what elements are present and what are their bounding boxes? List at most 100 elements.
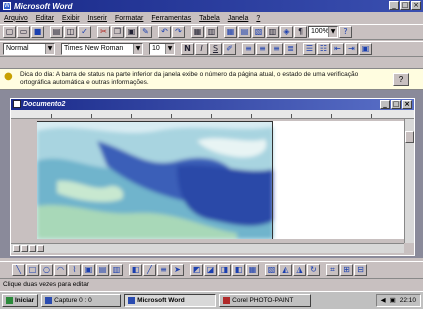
ungroup-icon[interactable]: ▧ — [265, 263, 278, 276]
help-pointer-icon[interactable]: ? — [339, 26, 352, 38]
italic-button[interactable]: I — [195, 43, 208, 55]
speaker-icon[interactable]: ◀ — [381, 295, 386, 306]
taskbar-item-capture[interactable]: Capture 0 : 0 — [41, 294, 122, 307]
ellipse-tool-icon[interactable]: ○ — [40, 263, 53, 276]
autoformat-icon[interactable]: ▦ — [191, 26, 204, 38]
menu-ferramentas[interactable]: Ferramentas — [151, 15, 191, 22]
clock[interactable]: 22:10 — [400, 295, 416, 306]
flip-vertical-icon[interactable]: ◮ — [293, 263, 306, 276]
bullet-list-icon[interactable]: ☷ — [317, 43, 330, 55]
save-disk-icon[interactable]: ■ — [31, 26, 44, 38]
vertical-scrollbar[interactable] — [404, 119, 414, 243]
chevron-down-icon[interactable]: ▼ — [165, 44, 174, 54]
chevron-down-icon[interactable]: ▼ — [133, 44, 142, 54]
horizontal-scrollbar[interactable] — [11, 243, 404, 253]
horizontal-ruler[interactable] — [11, 110, 414, 119]
select-objects-icon[interactable]: ➤ — [171, 263, 184, 276]
menu-formatar[interactable]: Formatar — [115, 15, 143, 22]
chevron-down-icon[interactable]: ▼ — [45, 44, 54, 54]
menu-tabela[interactable]: Tabela — [199, 15, 220, 22]
menu-janela[interactable]: Janela — [228, 15, 249, 22]
bring-front-text-icon[interactable]: ◨ — [218, 263, 231, 276]
textbox-tool-icon[interactable]: ▣ — [82, 263, 95, 276]
taskbar-item-corel[interactable]: Corel PHOTO-PAINT — [219, 294, 312, 307]
new-document-icon[interactable]: ▢ — [3, 26, 16, 38]
bold-button[interactable]: N — [181, 43, 194, 55]
vertical-scroll-thumb[interactable] — [405, 131, 414, 143]
send-back-icon[interactable]: ◪ — [204, 263, 217, 276]
start-button[interactable]: Iniciar — [2, 294, 39, 307]
decrease-indent-icon[interactable]: ⇤ — [331, 43, 344, 55]
insert-excel-icon[interactable]: ▧ — [252, 26, 265, 38]
print-preview-icon[interactable]: ◫ — [64, 26, 77, 38]
doc-close-button[interactable]: × — [402, 100, 412, 109]
columns-icon[interactable]: ▥ — [266, 26, 279, 38]
taskbar-item-word[interactable]: Microsoft Word — [124, 294, 217, 307]
numbered-list-icon[interactable]: ☰ — [303, 43, 316, 55]
reshape-icon[interactable]: ⌗ — [326, 263, 339, 276]
menu-exibir[interactable]: Exibir — [62, 15, 80, 22]
freeform-tool-icon[interactable]: ⌇ — [68, 263, 81, 276]
arc-tool-icon[interactable]: ◠ — [54, 263, 67, 276]
line-style-icon[interactable]: ≡ — [157, 263, 170, 276]
borders-icon[interactable]: ▣ — [359, 43, 372, 55]
align-center-icon[interactable]: ≡ — [256, 43, 269, 55]
normal-view-icon[interactable] — [13, 245, 20, 252]
callout-tool-icon[interactable]: ▤ — [96, 263, 109, 276]
document-icon[interactable] — [13, 100, 21, 108]
format-painter-icon[interactable]: ✎ — [139, 26, 152, 38]
print-icon[interactable]: ▤ — [50, 26, 63, 38]
redo-icon[interactable]: ↷ — [172, 26, 185, 38]
flip-horizontal-icon[interactable]: ◭ — [279, 263, 292, 276]
highlight-icon[interactable]: ✐ — [223, 43, 236, 55]
format-callout-icon[interactable]: ▥ — [110, 263, 123, 276]
font-select[interactable]: Times New Roman ▼ — [61, 43, 143, 55]
align-right-icon[interactable]: ≡ — [270, 43, 283, 55]
document-page[interactable] — [37, 121, 407, 239]
cut-scissors-icon[interactable]: ✂ — [97, 26, 110, 38]
open-folder-icon[interactable]: ▭ — [17, 26, 30, 38]
menu-editar[interactable]: Editar — [36, 15, 54, 22]
font-size-select[interactable]: 10 ▼ — [149, 43, 175, 55]
maximize-button[interactable]: □ — [400, 1, 410, 10]
doc-minimize-button[interactable]: _ — [380, 100, 390, 109]
rotate-icon[interactable]: ↻ — [307, 263, 320, 276]
embedded-photo-paint-image[interactable] — [37, 121, 407, 239]
line-color-icon[interactable]: ╱ — [143, 263, 156, 276]
menu-help[interactable]: ? — [256, 15, 260, 22]
online-layout-icon[interactable] — [21, 245, 28, 252]
style-select[interactable]: Normal ▼ — [3, 43, 55, 55]
chevron-down-icon[interactable]: ▼ — [328, 27, 337, 37]
copy-icon[interactable]: ❐ — [111, 26, 124, 38]
minimize-button[interactable]: _ — [389, 1, 399, 10]
outline-view-icon[interactable] — [37, 245, 44, 252]
network-icon[interactable]: ▣ — [390, 295, 396, 306]
group-icon[interactable]: ▦ — [246, 263, 259, 276]
spelling-icon[interactable]: ✓ — [78, 26, 91, 38]
align-left-icon[interactable]: ≡ — [242, 43, 255, 55]
drawing-icon[interactable]: ◈ — [280, 26, 293, 38]
underline-button[interactable]: S — [209, 43, 222, 55]
doc-maximize-button[interactable]: □ — [391, 100, 401, 109]
insert-table-icon[interactable]: ▤ — [238, 26, 251, 38]
snap-to-grid-icon[interactable]: ⊞ — [340, 263, 353, 276]
insert-address-icon[interactable]: ▥ — [205, 26, 218, 38]
word-app-icon[interactable]: W — [3, 2, 11, 10]
page-layout-icon[interactable] — [29, 245, 36, 252]
increase-indent-icon[interactable]: ⇥ — [345, 43, 358, 55]
zoom-select[interactable]: 100% ▼ — [308, 26, 338, 38]
tip-help-button[interactable]: ? — [393, 73, 409, 86]
bring-front-icon[interactable]: ◩ — [190, 263, 203, 276]
rectangle-tool-icon[interactable]: □ — [26, 263, 39, 276]
menu-inserir[interactable]: Inserir — [88, 15, 107, 22]
align-drawing-icon[interactable]: ⊟ — [354, 263, 367, 276]
close-button[interactable]: × — [411, 1, 421, 10]
paste-icon[interactable]: ▣ — [125, 26, 138, 38]
menu-arquivo[interactable]: Arquivo — [4, 15, 28, 22]
show-hide-pilcrow-icon[interactable]: ¶ — [294, 26, 307, 38]
undo-icon[interactable]: ↶ — [158, 26, 171, 38]
tables-borders-icon[interactable]: ▦ — [224, 26, 237, 38]
fill-color-icon[interactable]: ◧ — [129, 263, 142, 276]
line-tool-icon[interactable]: ╲ — [12, 263, 25, 276]
send-behind-text-icon[interactable]: ◧ — [232, 263, 245, 276]
